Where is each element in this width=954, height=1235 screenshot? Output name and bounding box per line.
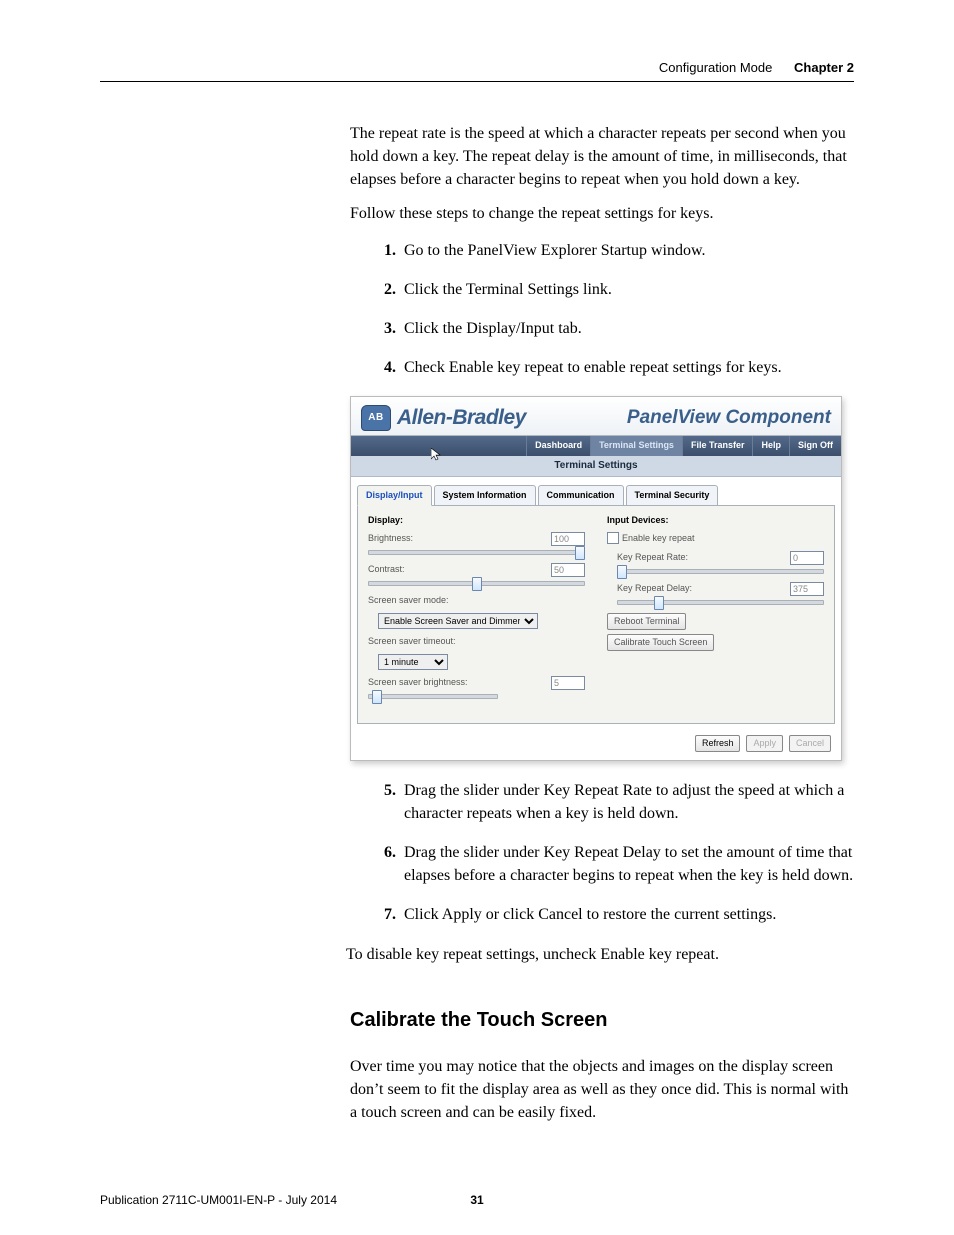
screen-saver-mode-row: Enable Screen Saver and Dimmer <box>378 613 585 629</box>
brightness-label: Brightness: <box>368 532 551 545</box>
enable-key-repeat-checkbox[interactable] <box>607 532 619 544</box>
header-rule <box>100 81 854 82</box>
action-buttons-group-2: Calibrate Touch Screen <box>607 634 824 651</box>
terminal-settings-title: Terminal Settings <box>351 456 841 478</box>
page: Configuration Mode Chapter 2 The repeat … <box>0 0 954 1235</box>
body-column: The repeat rate is the speed at which a … <box>350 122 854 1124</box>
step-5: 5.Drag the slider under Key Repeat Rate … <box>370 779 854 825</box>
brightness-slider[interactable] <box>368 549 585 555</box>
screenshot-container: AB Allen-Bradley PanelView Component Das… <box>350 396 854 761</box>
settings-panel: Display: Brightness: Contrast: <box>357 505 835 723</box>
page-number: 31 <box>470 1193 483 1207</box>
nav-file-transfer[interactable]: File Transfer <box>682 436 753 456</box>
calibrate-body: Over time you may notice that the object… <box>350 1055 854 1125</box>
key-repeat-delay-row: Key Repeat Delay: <box>617 582 824 596</box>
nav-dashboard[interactable]: Dashboard <box>526 436 590 456</box>
steps-before-screenshot: 1.Go to the PanelView Explorer Startup w… <box>370 239 854 380</box>
step-2: 2.Click the Terminal Settings link. <box>370 278 854 301</box>
panelview-component-wordmark: PanelView Component <box>627 404 831 432</box>
section-name: Configuration Mode <box>659 60 772 75</box>
nav-help[interactable]: Help <box>752 436 789 456</box>
step-text: Drag the slider under Key Repeat Delay t… <box>404 841 854 887</box>
brightness-input[interactable] <box>551 532 585 546</box>
key-repeat-delay-slider[interactable] <box>617 599 824 605</box>
nav-sign-off[interactable]: Sign Off <box>789 436 841 456</box>
allen-bradley-wordmark: Allen-Bradley <box>397 403 526 433</box>
key-repeat-delay-input[interactable] <box>790 582 824 596</box>
key-repeat-delay-label: Key Repeat Delay: <box>617 582 790 595</box>
input-devices-heading: Input Devices: <box>607 514 824 527</box>
enable-key-repeat-row: Enable key repeat <box>607 532 824 545</box>
ss-brightness-label: Screen saver brightness: <box>368 676 551 689</box>
after-steps-para: To disable key repeat settings, uncheck … <box>346 943 854 966</box>
terminal-settings-window: AB Allen-Bradley PanelView Component Das… <box>350 396 842 761</box>
display-column: Display: Brightness: Contrast: <box>368 514 585 706</box>
panel-columns: Display: Brightness: Contrast: <box>368 514 824 706</box>
enable-key-repeat-label: Enable key repeat <box>622 532 695 545</box>
contrast-row: Contrast: <box>368 563 585 577</box>
window-header: AB Allen-Bradley PanelView Component <box>351 397 841 436</box>
settings-tabs: Display/Input System Information Communi… <box>357 485 835 506</box>
screen-saver-timeout-row: 1 minute <box>378 654 585 670</box>
key-repeat-rate-label: Key Repeat Rate: <box>617 551 790 564</box>
page-footer: Publication 2711C-UM001I-EN-P - July 201… <box>100 1193 854 1207</box>
brightness-row: Brightness: <box>368 532 585 546</box>
brand-logo: AB Allen-Bradley <box>361 403 526 433</box>
screen-saver-mode-label: Screen saver mode: <box>368 594 585 607</box>
tab-terminal-security[interactable]: Terminal Security <box>626 485 719 506</box>
tab-communication[interactable]: Communication <box>538 485 624 506</box>
ss-brightness-row: Screen saver brightness: <box>368 676 585 690</box>
running-head: Configuration Mode Chapter 2 <box>100 60 854 75</box>
chapter-label: Chapter 2 <box>794 60 854 75</box>
publication-id: Publication 2711C-UM001I-EN-P - July 201… <box>100 1193 337 1207</box>
contrast-slider[interactable] <box>368 580 585 586</box>
steps-after-screenshot: 5.Drag the slider under Key Repeat Rate … <box>370 779 854 927</box>
ab-badge-icon: AB <box>361 405 391 431</box>
tab-display-input[interactable]: Display/Input <box>357 485 432 506</box>
apply-button[interactable]: Apply <box>746 735 783 752</box>
key-repeat-rate-slider[interactable] <box>617 568 824 574</box>
badge-top: AB <box>368 413 383 423</box>
step-text: Click the Terminal Settings link. <box>404 278 854 301</box>
ss-brightness-slider[interactable] <box>368 693 498 699</box>
step-text: Drag the slider under Key Repeat Rate to… <box>404 779 854 825</box>
screen-saver-timeout-select[interactable]: 1 minute <box>378 654 448 670</box>
display-heading: Display: <box>368 514 585 527</box>
step-1: 1.Go to the PanelView Explorer Startup w… <box>370 239 854 262</box>
footer-buttons: Refresh Apply Cancel <box>351 731 841 760</box>
tab-system-information[interactable]: System Information <box>434 485 536 506</box>
ss-brightness-input[interactable] <box>551 676 585 690</box>
contrast-label: Contrast: <box>368 563 551 576</box>
step-3: 3.Click the Display/Input tab. <box>370 317 854 340</box>
reboot-terminal-button[interactable]: Reboot Terminal <box>607 613 686 630</box>
key-repeat-rate-row: Key Repeat Rate: <box>617 551 824 565</box>
step-text: Go to the PanelView Explorer Startup win… <box>404 239 854 262</box>
step-6: 6.Drag the slider under Key Repeat Delay… <box>370 841 854 887</box>
step-text: Check Enable key repeat to enable repeat… <box>404 356 854 379</box>
key-repeat-rate-input[interactable] <box>790 551 824 565</box>
nav-terminal-settings[interactable]: Terminal Settings <box>590 436 682 456</box>
calibrate-touch-screen-button[interactable]: Calibrate Touch Screen <box>607 634 714 651</box>
intro-para-2: Follow these steps to change the repeat … <box>350 202 854 225</box>
screen-saver-timeout-label: Screen saver timeout: <box>368 635 585 648</box>
cancel-button[interactable]: Cancel <box>789 735 831 752</box>
screen-saver-mode-select[interactable]: Enable Screen Saver and Dimmer <box>378 613 538 629</box>
intro-para-1: The repeat rate is the speed at which a … <box>350 122 854 192</box>
input-devices-column: Input Devices: Enable key repeat Key Rep… <box>607 514 824 706</box>
refresh-button[interactable]: Refresh <box>695 735 741 752</box>
step-7: 7.Click Apply or click Cancel to restore… <box>370 903 854 926</box>
step-text: Click Apply or click Cancel to restore t… <box>404 903 854 926</box>
top-nav-bar: Dashboard Terminal Settings File Transfe… <box>351 436 841 456</box>
step-4: 4.Check Enable key repeat to enable repe… <box>370 356 854 379</box>
step-text: Click the Display/Input tab. <box>404 317 854 340</box>
contrast-input[interactable] <box>551 563 585 577</box>
action-buttons-group: Reboot Terminal <box>607 613 824 630</box>
section-heading-calibrate: Calibrate the Touch Screen <box>350 1006 854 1035</box>
